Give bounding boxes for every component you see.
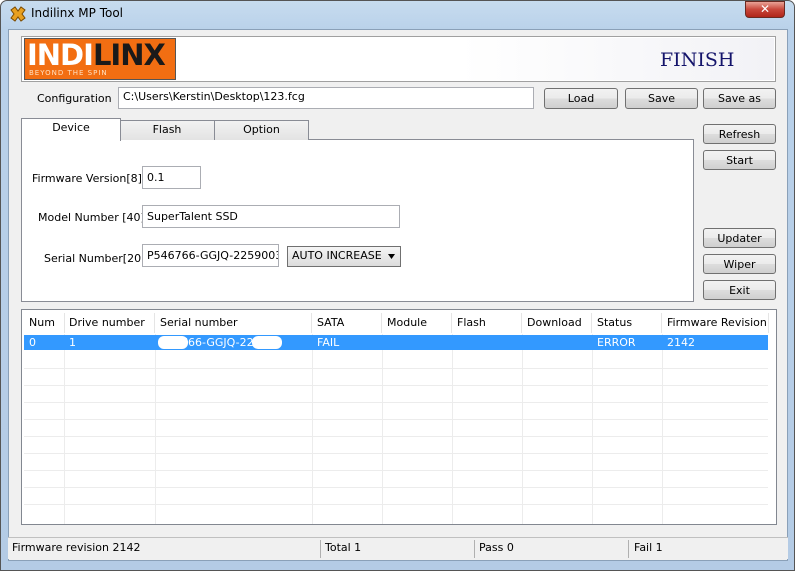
drive-table[interactable]: Num Drive number Serial number SATA Modu… bbox=[21, 309, 777, 525]
column-header-download[interactable]: Download bbox=[522, 313, 592, 333]
row-divider bbox=[24, 419, 768, 420]
save-as-button[interactable]: Save as bbox=[703, 88, 776, 109]
tab-option[interactable]: Option bbox=[214, 120, 309, 140]
firmware-version-input[interactable]: 0.1 bbox=[142, 166, 201, 189]
row-divider bbox=[24, 402, 768, 403]
column-divider bbox=[522, 334, 523, 524]
cell-download bbox=[522, 335, 592, 350]
row-divider bbox=[24, 470, 768, 471]
column-divider bbox=[64, 334, 65, 524]
column-divider bbox=[382, 334, 383, 524]
status-separator bbox=[474, 540, 475, 558]
status-bar: Firmware revision 2142 Total 1 Pass 0 Fa… bbox=[8, 537, 788, 559]
configuration-path-input[interactable]: C:\Users\Kerstin\Desktop\123.fcg bbox=[118, 87, 534, 109]
window-title: Indilinx MP Tool bbox=[31, 6, 123, 20]
column-divider bbox=[592, 334, 593, 524]
start-button[interactable]: Start bbox=[703, 150, 776, 170]
updater-button[interactable]: Updater bbox=[703, 228, 776, 248]
app-icon bbox=[10, 6, 26, 22]
column-divider bbox=[155, 334, 156, 524]
column-header-flash[interactable]: Flash bbox=[452, 313, 522, 333]
status-firmware-revision: Firmware revision 2142 bbox=[12, 541, 141, 554]
redaction-mark bbox=[252, 336, 282, 349]
cell-drive-number: 1 bbox=[69, 336, 76, 349]
status-total: Total 1 bbox=[325, 541, 362, 554]
column-divider bbox=[312, 334, 313, 524]
column-header-status[interactable]: Status bbox=[592, 313, 662, 333]
save-button[interactable]: Save bbox=[625, 88, 698, 109]
column-header-firmware-revision[interactable]: Firmware Revision bbox=[662, 313, 769, 333]
cell-flash bbox=[452, 335, 522, 350]
redaction-mark bbox=[158, 336, 188, 349]
firmware-version-label: Firmware Version[8] bbox=[32, 172, 142, 185]
cell-module bbox=[382, 335, 452, 350]
serial-number-label: Serial Number[20] bbox=[44, 252, 146, 265]
background-strip bbox=[795, 0, 803, 571]
load-button[interactable]: Load bbox=[544, 88, 618, 109]
column-header-sata[interactable]: SATA bbox=[312, 313, 382, 333]
status-separator bbox=[320, 540, 321, 558]
indilinx-logo: INDILINX BEYOND THE SPIN bbox=[24, 38, 176, 80]
logo-tagline: BEYOND THE SPIN bbox=[29, 69, 108, 77]
column-divider bbox=[662, 334, 663, 524]
cell-sata: FAIL bbox=[317, 336, 340, 349]
row-divider bbox=[24, 487, 768, 488]
cell-num: 0 bbox=[29, 336, 36, 349]
model-number-label: Model Number [40] bbox=[38, 211, 145, 224]
configuration-label: Configuration bbox=[37, 92, 112, 105]
serial-mode-select[interactable]: AUTO INCREASE bbox=[287, 246, 401, 267]
model-number-input[interactable]: SuperTalent SSD bbox=[142, 205, 400, 228]
close-button[interactable]: ✕ bbox=[745, 1, 785, 18]
tab-device[interactable]: Device bbox=[21, 118, 121, 141]
status-fail: Fail 1 bbox=[634, 541, 663, 554]
row-divider bbox=[24, 436, 768, 437]
column-divider bbox=[452, 334, 453, 524]
column-header-module[interactable]: Module bbox=[382, 313, 452, 333]
cell-firmware-revision: 2142 bbox=[667, 336, 695, 349]
serial-mode-value: AUTO INCREASE bbox=[292, 249, 382, 262]
serial-number-input[interactable]: P546766-GGJQ-2259003 bbox=[142, 244, 279, 267]
status-separator bbox=[628, 540, 629, 558]
row-divider bbox=[24, 368, 768, 369]
exit-button[interactable]: Exit bbox=[703, 280, 776, 300]
row-divider bbox=[24, 504, 768, 505]
cell-status: ERROR bbox=[597, 336, 636, 349]
refresh-button[interactable]: Refresh bbox=[703, 124, 776, 144]
row-divider bbox=[24, 453, 768, 454]
logo-text-left: INDI bbox=[27, 38, 94, 72]
logo-text-right: LINX bbox=[92, 38, 166, 72]
tab-flash[interactable]: Flash bbox=[119, 120, 215, 140]
column-header-serial-number[interactable]: Serial number bbox=[155, 313, 312, 333]
chevron-down-icon bbox=[388, 254, 395, 259]
status-pass: Pass 0 bbox=[479, 541, 514, 554]
row-divider bbox=[24, 385, 768, 386]
column-header-drive-number[interactable]: Drive number bbox=[64, 313, 155, 333]
close-icon: ✕ bbox=[759, 2, 771, 16]
finish-status: FINISH bbox=[660, 49, 735, 71]
wiper-button[interactable]: Wiper bbox=[703, 254, 776, 274]
column-header-num[interactable]: Num bbox=[24, 313, 65, 333]
